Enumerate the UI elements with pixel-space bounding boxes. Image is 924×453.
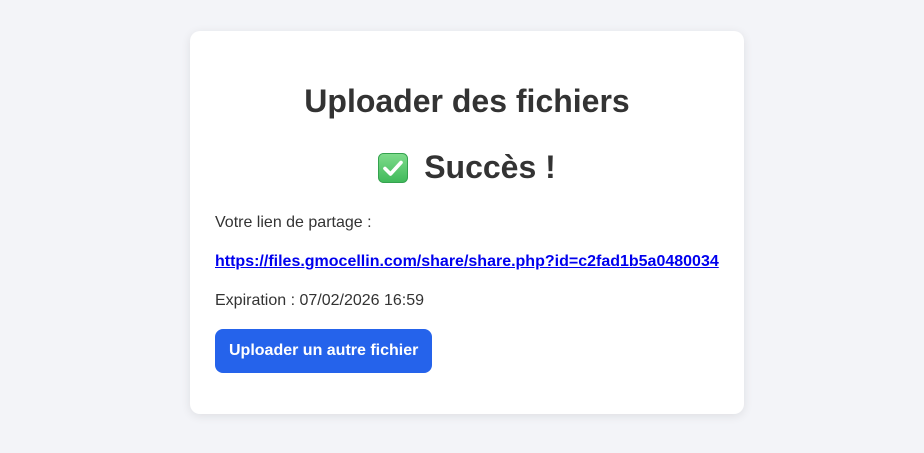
check-mark-icon xyxy=(378,153,409,183)
expiration-label: Expiration : xyxy=(215,292,300,309)
share-link-label: Votre lien de partage : xyxy=(215,214,372,231)
upload-another-file-button[interactable]: Uploader un autre fichier xyxy=(215,329,433,373)
upload-result-card: Uploader des fichiers Succès ! Votre lie… xyxy=(190,31,744,414)
share-link[interactable]: https://files.gmocellin.com/share/share.… xyxy=(215,252,719,272)
page-title: Uploader des fichiers xyxy=(304,83,630,119)
expiration-info: Expiration : 07/02/2026 16:59 xyxy=(215,291,424,311)
expiration-date: 07/02/2026 16:59 xyxy=(299,292,425,309)
success-text: Succès ! xyxy=(424,149,556,185)
success-heading: Succès ! xyxy=(190,147,744,187)
